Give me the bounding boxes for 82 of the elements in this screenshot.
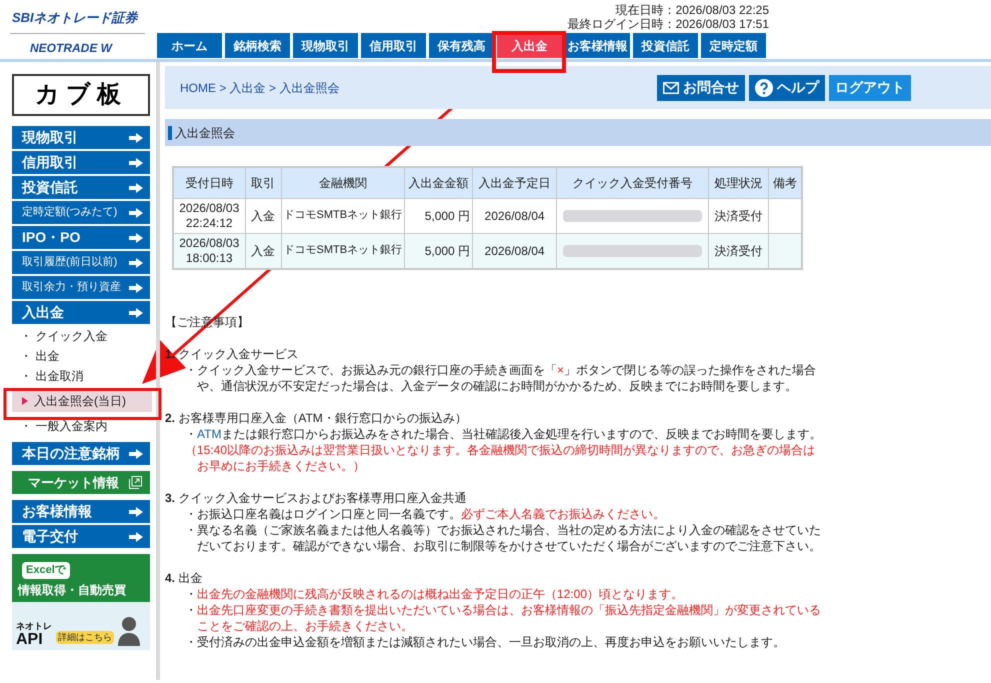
- external-link-icon: [129, 476, 142, 489]
- nav-tab[interactable]: ホーム: [157, 33, 222, 58]
- notes-heading: 3. クイック入金サービスおよびお客様専用口座入金共通: [165, 490, 466, 506]
- ad-headline: 情報取得・自動売買: [18, 582, 127, 598]
- header-button[interactable]: お問合せ: [657, 74, 745, 100]
- nav-tab[interactable]: 銘柄検索: [225, 33, 290, 58]
- nav-tab[interactable]: 入出金: [497, 33, 562, 58]
- sidebar-sub-item[interactable]: ・ 一般入金案内: [12, 416, 108, 436]
- ad-tag: Excelで: [22, 562, 70, 578]
- nav-tab[interactable]: 信用取引: [361, 33, 426, 58]
- table-cell: 決済受付: [708, 198, 769, 233]
- mail-icon: [663, 82, 679, 94]
- nav-tab[interactable]: 投資信託: [633, 33, 698, 58]
- sidebar-menu-item[interactable]: 定時定額(つみたて): [12, 201, 150, 224]
- notes-paragraph: ・ATM または銀行窓口からお振込みをされた場合、当社確認後入金処理を行いますので、反映までお時間を要します。: [185, 426, 822, 442]
- arrow-icon: [129, 182, 143, 192]
- sidebar-sub-item[interactable]: 入出金照会(当日): [12, 390, 152, 412]
- ad-brand: ネオトレ: [16, 620, 52, 633]
- page-title: 入出金照会: [175, 124, 235, 142]
- column-header: 金融機関: [281, 167, 405, 198]
- arrow-icon: [129, 208, 143, 218]
- breadcrumb: HOME > 入出金 > 入出金照会: [180, 80, 340, 96]
- sidebar-menu-item[interactable]: 取引履歴(前日以前): [12, 251, 150, 274]
- nav-tab[interactable]: お客様情報: [565, 33, 630, 58]
- sidebar-menu-item[interactable]: 本日の注意銘柄: [12, 442, 150, 465]
- column-header: 入出金予定日: [472, 167, 557, 198]
- notes-heading: 1. クイック入金サービス: [165, 346, 298, 362]
- table-cell: 2026/08/03 22:24:12: [173, 198, 245, 233]
- sidebar-menu-item[interactable]: 信用取引: [12, 151, 150, 174]
- sidebar-menu-item[interactable]: 取引余力・預り資産: [12, 276, 150, 299]
- sidebar-menu-item[interactable]: 電子交付: [12, 525, 150, 548]
- table-cell: 5,000 円: [404, 198, 473, 233]
- kabuita-banner: カブ板: [12, 74, 150, 116]
- person-silhouette-icon: [118, 616, 140, 646]
- help-icon: [755, 78, 773, 96]
- sidebar-external-link[interactable]: マーケット情報: [12, 471, 150, 494]
- sidebar-sub-item[interactable]: ・ 出金取消: [12, 366, 84, 386]
- arrow-icon: [129, 232, 143, 242]
- sidebar-menu-item[interactable]: 入出金: [12, 301, 150, 324]
- sidebar-sub-item[interactable]: ・ クイック入金: [12, 326, 108, 346]
- notes-paragraph: ・出金先の金融機関に残高が反映されるのは概ね出金予定日の正午（12:00）頃となります。: [185, 586, 684, 602]
- arrow-icon: [129, 308, 143, 318]
- arrow-icon: [129, 532, 143, 542]
- arrow-icon: [129, 132, 143, 142]
- arrow-icon: [129, 258, 143, 268]
- table-cell: 2026/08/04: [472, 198, 557, 233]
- header-button[interactable]: ヘルプ: [749, 74, 825, 100]
- table-cell: ドコモSMTBネット銀行: [281, 198, 405, 233]
- notes-paragraph: ・異なる名義（ご家族名義または他人名義等）でお振込された場合、当社の定める方法により入金の確認をさせていただいております。確認ができない場合、お取引に制限等をかけさせていただく場合がございますのでご注意下さい。: [185, 522, 822, 554]
- notes-paragraph: ・受付済みの出金申込金額を増額または減額されたい場合、一旦お取消の上、再度お申込をお願いいたします。: [185, 634, 786, 650]
- notes-paragraph: ・出金先口座変更の手続き書類を提出いただいている場合は、お客様情報の「振込先指定金融機関」が変更されていることをご確認の上、お手続きください。: [185, 602, 822, 634]
- table-cell: 入金: [245, 198, 281, 233]
- triangle-icon: [22, 397, 28, 405]
- column-header: クイック入金受付番号: [556, 167, 709, 198]
- header-button[interactable]: ログアウト: [829, 74, 911, 100]
- brand-logo: SBIネオトレード証券: [11, 9, 140, 27]
- sub-brand-logo: NEOTRADE W: [29, 40, 114, 56]
- notes-paragraph: ・クイック入金サービスで、お振込み元の銀行口座の手続き画面を「×」ボタンで閉じる等の誤った操作をされた場合や、通信状況が不安定だった場合は、入金データの確認にお時間がかかるため、反映までにお時間を要します。: [185, 362, 818, 394]
- current-datetime: 現在日時：2026/08/03 22:25: [616, 3, 769, 17]
- arrow-icon: [129, 282, 143, 292]
- arrow-icon: [129, 158, 143, 168]
- column-header: 入出金金額: [404, 167, 473, 198]
- notes-paragraph: （15:40以降のお振込みは翌営業日扱いとなります。各金融機関で振込の締切時間が異なりますので、お急ぎの場合はお早めにお手続きください。）: [185, 442, 816, 474]
- notes-paragraph: ・お振込口座名義はログイン口座と同一名義です。必ずご本人名義でお振込みください。: [185, 506, 666, 522]
- column-header: 受付日時: [173, 167, 245, 198]
- nav-tab[interactable]: 定時定額: [701, 33, 766, 58]
- sidebar-menu-item[interactable]: 投資信託: [12, 176, 150, 199]
- ad-cta: 詳細はこちら: [56, 630, 114, 644]
- arrow-icon: [129, 506, 143, 516]
- arrow-icon: [129, 448, 143, 458]
- ad-product: API: [16, 633, 44, 646]
- sidebar-sub-item[interactable]: ・ 出金: [12, 346, 60, 366]
- notes-heading: 4. 出金: [165, 570, 202, 586]
- sidebar-menu-item[interactable]: お客様情報: [12, 500, 150, 523]
- column-header: 処理状況: [708, 167, 769, 198]
- sidebar-menu-item[interactable]: IPO・PO: [12, 226, 150, 249]
- notes-heading: 2. お客様専用口座入金（ATM・銀行窓口からの振込み）: [165, 410, 467, 426]
- sidebar-menu-item[interactable]: 現物取引: [12, 126, 150, 149]
- last-login-datetime: 最終ログイン日時：2026/08/03 17:51: [568, 17, 769, 31]
- nav-tab[interactable]: 現物取引: [293, 33, 358, 58]
- nav-tab[interactable]: 保有残高: [429, 33, 494, 58]
- column-header: 取引: [245, 167, 281, 198]
